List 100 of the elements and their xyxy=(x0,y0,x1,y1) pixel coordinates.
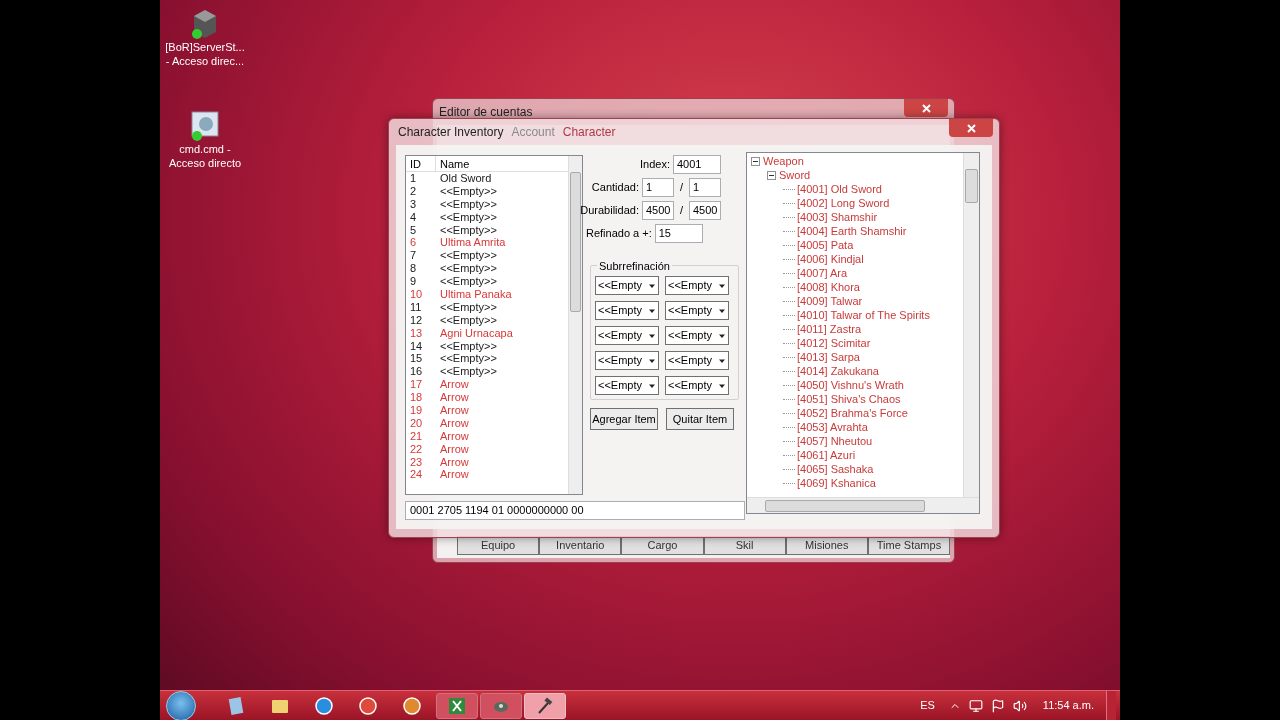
list-row[interactable]: 21 Arrow xyxy=(406,429,568,443)
network-icon[interactable] xyxy=(968,698,983,713)
tree-item[interactable]: [4004] Earth Shamshir xyxy=(797,224,907,238)
scrollbar[interactable] xyxy=(747,497,979,513)
durability-field[interactable]: 4500 xyxy=(641,201,674,220)
list-row[interactable]: 3 <<Empty>> xyxy=(406,197,568,211)
field-label: Cantidad: xyxy=(591,180,639,196)
browser-icon[interactable] xyxy=(358,695,378,716)
hammer-icon[interactable] xyxy=(536,696,554,715)
list-row[interactable]: 19 Arrow xyxy=(406,404,568,417)
list-row[interactable]: 8 <<Empty>> xyxy=(406,262,568,276)
quantity-field[interactable]: 1 xyxy=(641,178,674,197)
list-row[interactable]: 13 Agni Urnacapa xyxy=(406,326,568,340)
taskbar-button[interactable] xyxy=(524,692,566,719)
tree-item[interactable]: [4002] Long Sword xyxy=(797,196,890,210)
tree-item[interactable]: [4008] Khora xyxy=(797,280,860,294)
status-field[interactable]: 0001 2705 1194 01 0000000000 00 xyxy=(405,501,745,520)
list-row[interactable]: 10 Ultima Panaka xyxy=(406,288,568,301)
field-label: Durabilidad: xyxy=(580,203,639,219)
list-row[interactable]: 12 <<Empty>> xyxy=(406,313,568,327)
list-row[interactable]: 4 <<Empty>> xyxy=(406,210,568,224)
dropdown[interactable]: <<Empty xyxy=(665,326,729,345)
action-button[interactable]: Agregar Item xyxy=(590,408,658,430)
tree-item[interactable]: [4057] Nheutou xyxy=(797,434,873,448)
clock[interactable]: 11:54 a.m. xyxy=(1042,697,1094,714)
dropdown[interactable]: <<Empty xyxy=(665,301,729,320)
tree-item[interactable]: [4050] Vishnu's Wrath xyxy=(797,378,904,392)
flag-icon[interactable] xyxy=(990,698,1005,713)
list-row[interactable]: 15 <<Empty>> xyxy=(406,352,568,366)
close-icon xyxy=(966,123,976,133)
list-row[interactable]: 18 Arrow xyxy=(406,391,568,405)
list-row[interactable]: 5 <<Empty>> xyxy=(406,223,568,237)
dropdown[interactable]: <<Empty xyxy=(665,351,729,370)
dropdown[interactable]: <<Empty xyxy=(595,276,659,295)
close-button[interactable] xyxy=(904,99,948,117)
list-row[interactable]: 14 <<Empty>> xyxy=(406,339,568,353)
list-row[interactable]: 24 Arrow xyxy=(406,468,568,482)
index-field[interactable]: 4001 xyxy=(673,155,721,174)
list-row[interactable]: 22 Arrow xyxy=(406,442,568,456)
collapse-icon[interactable] xyxy=(767,170,776,180)
dropdown[interactable]: <<Empty xyxy=(595,326,659,345)
tree-item[interactable]: Weapon xyxy=(763,154,804,168)
browser-icon[interactable] xyxy=(402,695,422,716)
tree-item[interactable]: [4011] Zastra xyxy=(797,322,861,336)
tree-item[interactable]: [4061] Azuri xyxy=(797,448,856,462)
dropdown[interactable]: <<Empty xyxy=(665,376,729,395)
taskbar-button[interactable] xyxy=(436,692,478,719)
tree-item[interactable]: [4014] Zakukana xyxy=(797,364,879,378)
tree-item[interactable]: [4005] Pata xyxy=(797,238,854,252)
icon-label: Acceso directo xyxy=(168,156,242,170)
start-button[interactable] xyxy=(166,690,196,720)
tree-item[interactable]: Sword xyxy=(779,168,811,182)
dropdown[interactable]: <<Empty xyxy=(665,276,729,295)
durability-field[interactable]: 4500 xyxy=(689,201,721,220)
collapse-icon[interactable] xyxy=(751,156,760,166)
icon-label: cmd.cmd - xyxy=(179,142,231,156)
list-row[interactable]: 23 Arrow xyxy=(406,455,568,469)
dropdown[interactable]: <<Empty xyxy=(595,376,659,395)
settings-file-icon[interactable] xyxy=(188,108,222,142)
tree-item[interactable]: [4053] Avrahta xyxy=(797,420,868,434)
field-label: Index: xyxy=(640,157,670,173)
tree-item[interactable]: [4013] Sarpa xyxy=(797,350,860,364)
list-row[interactable]: 11 <<Empty>> xyxy=(406,300,568,314)
dropdown[interactable]: <<Empty xyxy=(595,301,659,320)
tree-item[interactable]: [4051] Shiva's Chaos xyxy=(797,392,901,406)
list-row[interactable]: 2 <<Empty>> xyxy=(406,184,568,198)
tree-item[interactable]: [4065] Sashaka xyxy=(797,462,874,476)
list-row[interactable]: 1 Old Sword xyxy=(406,172,568,185)
tree-item[interactable]: [4052] Brahma's Force xyxy=(797,406,908,420)
dropdown[interactable]: <<Empty xyxy=(595,351,659,370)
tree-item[interactable]: [4001] Old Sword xyxy=(797,182,882,196)
tab[interactable]: Character xyxy=(562,123,616,141)
tree-item[interactable]: [4069] Kshanica xyxy=(797,476,876,490)
tree-item[interactable]: [4010] Talwar of The Spirits xyxy=(797,308,930,322)
icon-label: [BoR]ServerSt... xyxy=(165,40,245,54)
volume-icon[interactable] xyxy=(1012,698,1027,713)
window-title: Character Inventory xyxy=(398,124,504,141)
close-button[interactable] xyxy=(949,119,993,137)
list-row[interactable]: 6 Ultima Amrita xyxy=(406,236,568,250)
spreadsheet-icon[interactable] xyxy=(448,696,466,715)
tree-item[interactable]: [4012] Scimitar xyxy=(797,336,871,350)
icon-label: - Acceso direc... xyxy=(165,54,245,68)
scrollbar[interactable] xyxy=(568,156,582,494)
browser-icon[interactable] xyxy=(314,695,334,716)
tree-item[interactable]: [4007] Ara xyxy=(797,266,848,280)
scrollbar[interactable] xyxy=(963,153,979,497)
tree-item[interactable]: [4006] Kindjal xyxy=(797,252,864,266)
column-header[interactable]: Name xyxy=(436,156,568,171)
tree-item[interactable]: [4003] Shamshir xyxy=(797,210,878,224)
quantity-field[interactable]: 1 xyxy=(689,178,721,197)
tree-item[interactable]: [4009] Talwar xyxy=(797,294,863,308)
language-indicator[interactable]: ES xyxy=(920,697,935,714)
column-header[interactable]: ID xyxy=(406,156,436,171)
list-row[interactable]: 7 <<Empty>> xyxy=(406,249,568,263)
refine-field[interactable]: 15 xyxy=(654,224,703,243)
list-row[interactable]: 16 <<Empty>> xyxy=(406,365,568,379)
action-button[interactable]: Quitar Item xyxy=(666,408,734,430)
list-row[interactable]: 20 Arrow xyxy=(406,416,568,430)
list-row[interactable]: 9 <<Empty>> xyxy=(406,275,568,288)
list-row[interactable]: 17 Arrow xyxy=(406,378,568,392)
